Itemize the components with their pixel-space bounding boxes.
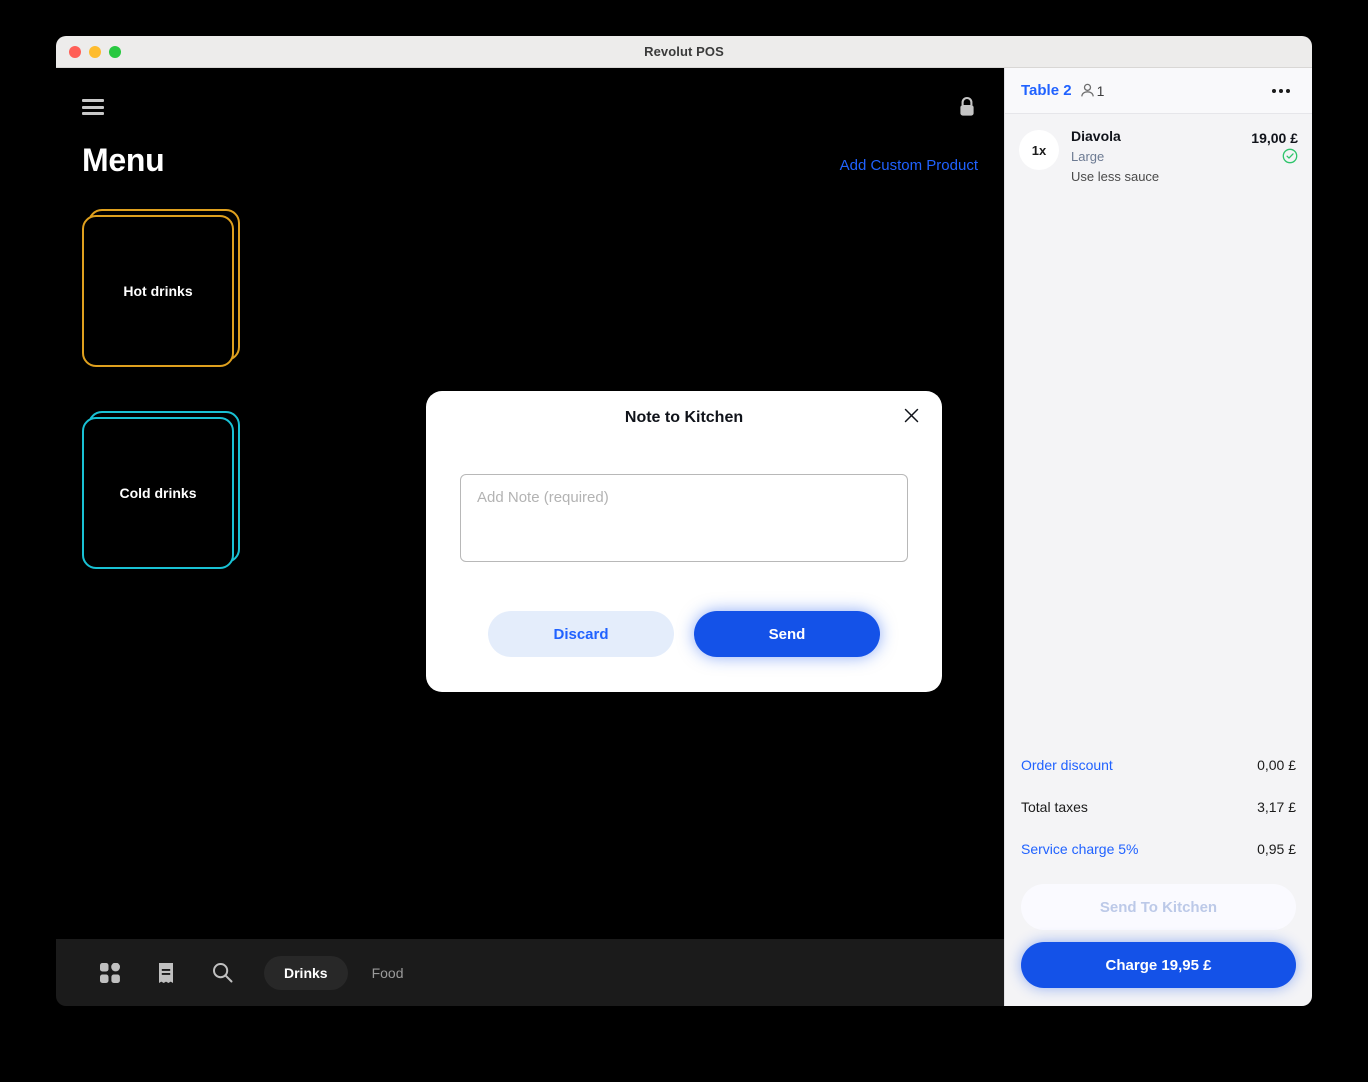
order-panel: Table 2 1 1x Diavola Large Use less sauc… [1004,68,1312,1006]
order-discount-label[interactable]: Order discount [1021,757,1113,773]
service-charge-label[interactable]: Service charge 5% [1021,841,1139,857]
guest-count-value: 1 [1096,82,1105,99]
service-charge-value: 0,95 £ [1257,841,1296,857]
charge-button[interactable]: Charge 19,95 £ [1021,942,1296,988]
order-panel-spacer [1005,187,1312,744]
maximize-window-button[interactable] [109,45,121,58]
page-title: Menu [82,142,165,178]
category-card-face[interactable]: Cold drinks [82,417,234,569]
note-input[interactable] [460,474,908,562]
close-window-button[interactable] [69,45,81,58]
menu-header: Menu Add Custom Product [56,120,1004,179]
send-button[interactable]: Send [694,611,880,657]
menu-filter-segments: Drinks Food [264,955,424,990]
receipt-icon[interactable] [138,953,194,993]
note-to-kitchen-dialog: Note to Kitchen Discard Send [426,391,942,692]
bottom-toolbar: Drinks Food [56,939,1004,1006]
hamburger-menu-icon[interactable] [82,99,104,115]
grid-icon[interactable] [82,953,138,993]
discard-button[interactable]: Discard [488,611,674,657]
dialog-title: Note to Kitchen [624,409,744,426]
send-to-kitchen-button[interactable]: Send To Kitchen [1021,884,1296,930]
order-item-price: 19,00 £ [1251,130,1298,146]
order-panel-actions: Send To Kitchen Charge 19,95 £ [1005,870,1312,1006]
search-icon[interactable] [194,953,250,993]
order-totals: Order discount 0,00 £ Total taxes 3,17 £… [1005,744,1312,870]
check-circle-icon [1282,148,1298,164]
category-card-label: Hot drinks [123,283,193,299]
order-item-list: 1x Diavola Large Use less sauce 19,00 £ [1005,114,1312,187]
guest-count: 1 [1080,82,1105,99]
total-row-service-charge[interactable]: Service charge 5% 0,95 £ [1021,828,1296,870]
order-item-details: Diavola Large Use less sauce [1071,126,1239,187]
total-taxes-value: 3,17 £ [1257,799,1296,815]
total-row-total-taxes: Total taxes 3,17 £ [1021,786,1296,828]
category-card-cold-drinks[interactable]: Cold drinks [82,411,264,569]
menu-pane-topbar [56,68,1004,120]
order-item-quantity: 1x [1019,130,1059,170]
order-item-right: 19,00 £ [1251,126,1298,164]
category-card-face[interactable]: Hot drinks [82,215,234,367]
dialog-actions: Discard Send [460,611,908,657]
order-item-variant: Large [1071,149,1105,164]
table-name-button[interactable]: Table 2 [1021,82,1072,99]
add-custom-product-button[interactable]: Add Custom Product [840,157,978,179]
tab-food[interactable]: Food [352,956,424,990]
window-titlebar: Revolut POS [56,36,1312,68]
total-row-order-discount[interactable]: Order discount 0,00 £ [1021,744,1296,786]
table-info: Table 2 1 [1021,82,1104,99]
order-line-item[interactable]: 1x Diavola Large Use less sauce 19,00 £ [1019,126,1298,187]
more-horizontal-icon[interactable] [1266,83,1296,99]
window-title: Revolut POS [644,44,724,59]
total-taxes-label: Total taxes [1021,799,1088,815]
category-card-hot-drinks[interactable]: Hot drinks [82,209,264,367]
traffic-light-buttons [69,45,121,58]
lock-icon[interactable] [956,94,978,120]
close-icon[interactable] [898,402,924,428]
person-icon [1080,83,1094,97]
order-discount-value: 0,00 £ [1257,757,1296,773]
order-item-name: Diavola [1071,128,1121,144]
tab-drinks[interactable]: Drinks [264,955,348,990]
app-window: Revolut POS Menu Add Custom Product Hot … [56,36,1312,1006]
minimize-window-button[interactable] [89,45,101,58]
category-card-label: Cold drinks [119,485,197,501]
order-item-note: Use less sauce [1071,169,1160,185]
order-panel-header: Table 2 1 [1005,68,1312,114]
